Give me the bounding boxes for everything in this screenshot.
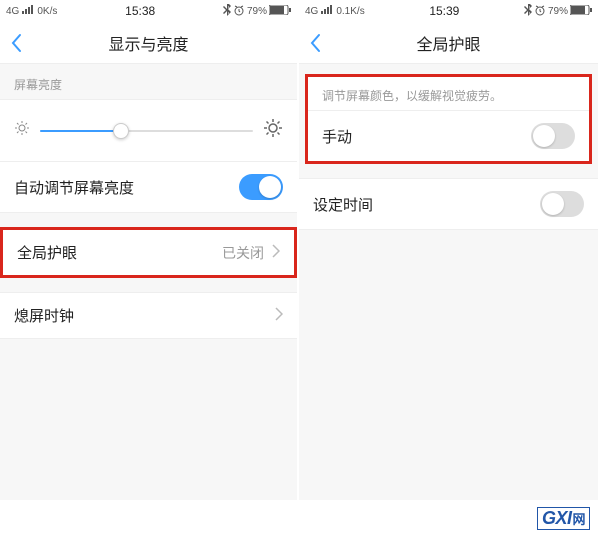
eye-care-row[interactable]: 全局护眼 已关闭 — [0, 227, 297, 278]
manual-toggle[interactable] — [531, 123, 575, 149]
eye-care-status: 已关闭 — [222, 243, 264, 263]
brightness-slider[interactable] — [40, 130, 253, 132]
schedule-label: 设定时间 — [313, 194, 373, 215]
schedule-toggle[interactable] — [540, 191, 584, 217]
eye-care-hint: 调节屏幕颜色，以缓解视觉疲劳。 — [308, 77, 589, 110]
auto-brightness-row: 自动调节屏幕亮度 — [0, 161, 297, 213]
clock: 15:38 — [125, 4, 155, 18]
brightness-slider-row — [0, 99, 297, 161]
back-button[interactable] — [10, 33, 22, 53]
header: 显示与亮度 — [0, 22, 297, 64]
status-bar: 4G 0.1K/s 15:39 79% — [299, 0, 598, 22]
eye-care-label: 全局护眼 — [17, 242, 77, 263]
manual-row: 手动 — [308, 110, 589, 161]
auto-brightness-label: 自动调节屏幕亮度 — [14, 177, 134, 198]
manual-label: 手动 — [322, 126, 352, 147]
signal-icon — [21, 5, 35, 18]
alarm-icon — [233, 4, 245, 19]
net-type: 4G — [305, 6, 318, 17]
net-speed: 0.1K/s — [336, 6, 364, 17]
brightness-section-label: 屏幕亮度 — [0, 64, 297, 99]
auto-brightness-toggle[interactable] — [239, 174, 283, 200]
header: 全局护眼 — [299, 22, 598, 64]
net-type: 4G — [6, 6, 19, 17]
chevron-right-icon — [272, 244, 280, 261]
screen-eye-care: 4G 0.1K/s 15:39 79% — [299, 0, 598, 500]
page-title: 全局护眼 — [416, 31, 480, 55]
page-title: 显示与亮度 — [108, 31, 188, 55]
watermark-suffix: 网 — [572, 512, 585, 527]
screen-display-brightness: 4G 0K/s 15:38 79% — [0, 0, 299, 500]
bluetooth-icon — [223, 4, 231, 19]
battery-pct: 79% — [247, 6, 267, 17]
signal-icon — [320, 5, 334, 18]
battery-icon — [269, 5, 291, 18]
status-bar: 4G 0K/s 15:38 79% — [0, 0, 297, 22]
slider-thumb[interactable] — [113, 123, 129, 139]
screen-clock-label: 熄屏时钟 — [14, 305, 74, 326]
chevron-right-icon — [275, 307, 283, 324]
watermark-text: GXI — [542, 508, 572, 528]
clock: 15:39 — [429, 4, 459, 18]
watermark: GXI网 — [537, 507, 590, 530]
manual-group-highlight: 调节屏幕颜色，以缓解视觉疲劳。 手动 — [305, 74, 592, 164]
schedule-row: 设定时间 — [299, 178, 598, 230]
screen-clock-row[interactable]: 熄屏时钟 — [0, 292, 297, 339]
back-button[interactable] — [309, 33, 321, 53]
bluetooth-icon — [524, 4, 532, 19]
battery-pct: 79% — [548, 6, 568, 17]
net-speed: 0K/s — [37, 6, 57, 17]
alarm-icon — [534, 4, 546, 19]
sun-large-icon — [263, 118, 283, 143]
sun-small-icon — [14, 120, 30, 141]
battery-icon — [570, 5, 592, 18]
